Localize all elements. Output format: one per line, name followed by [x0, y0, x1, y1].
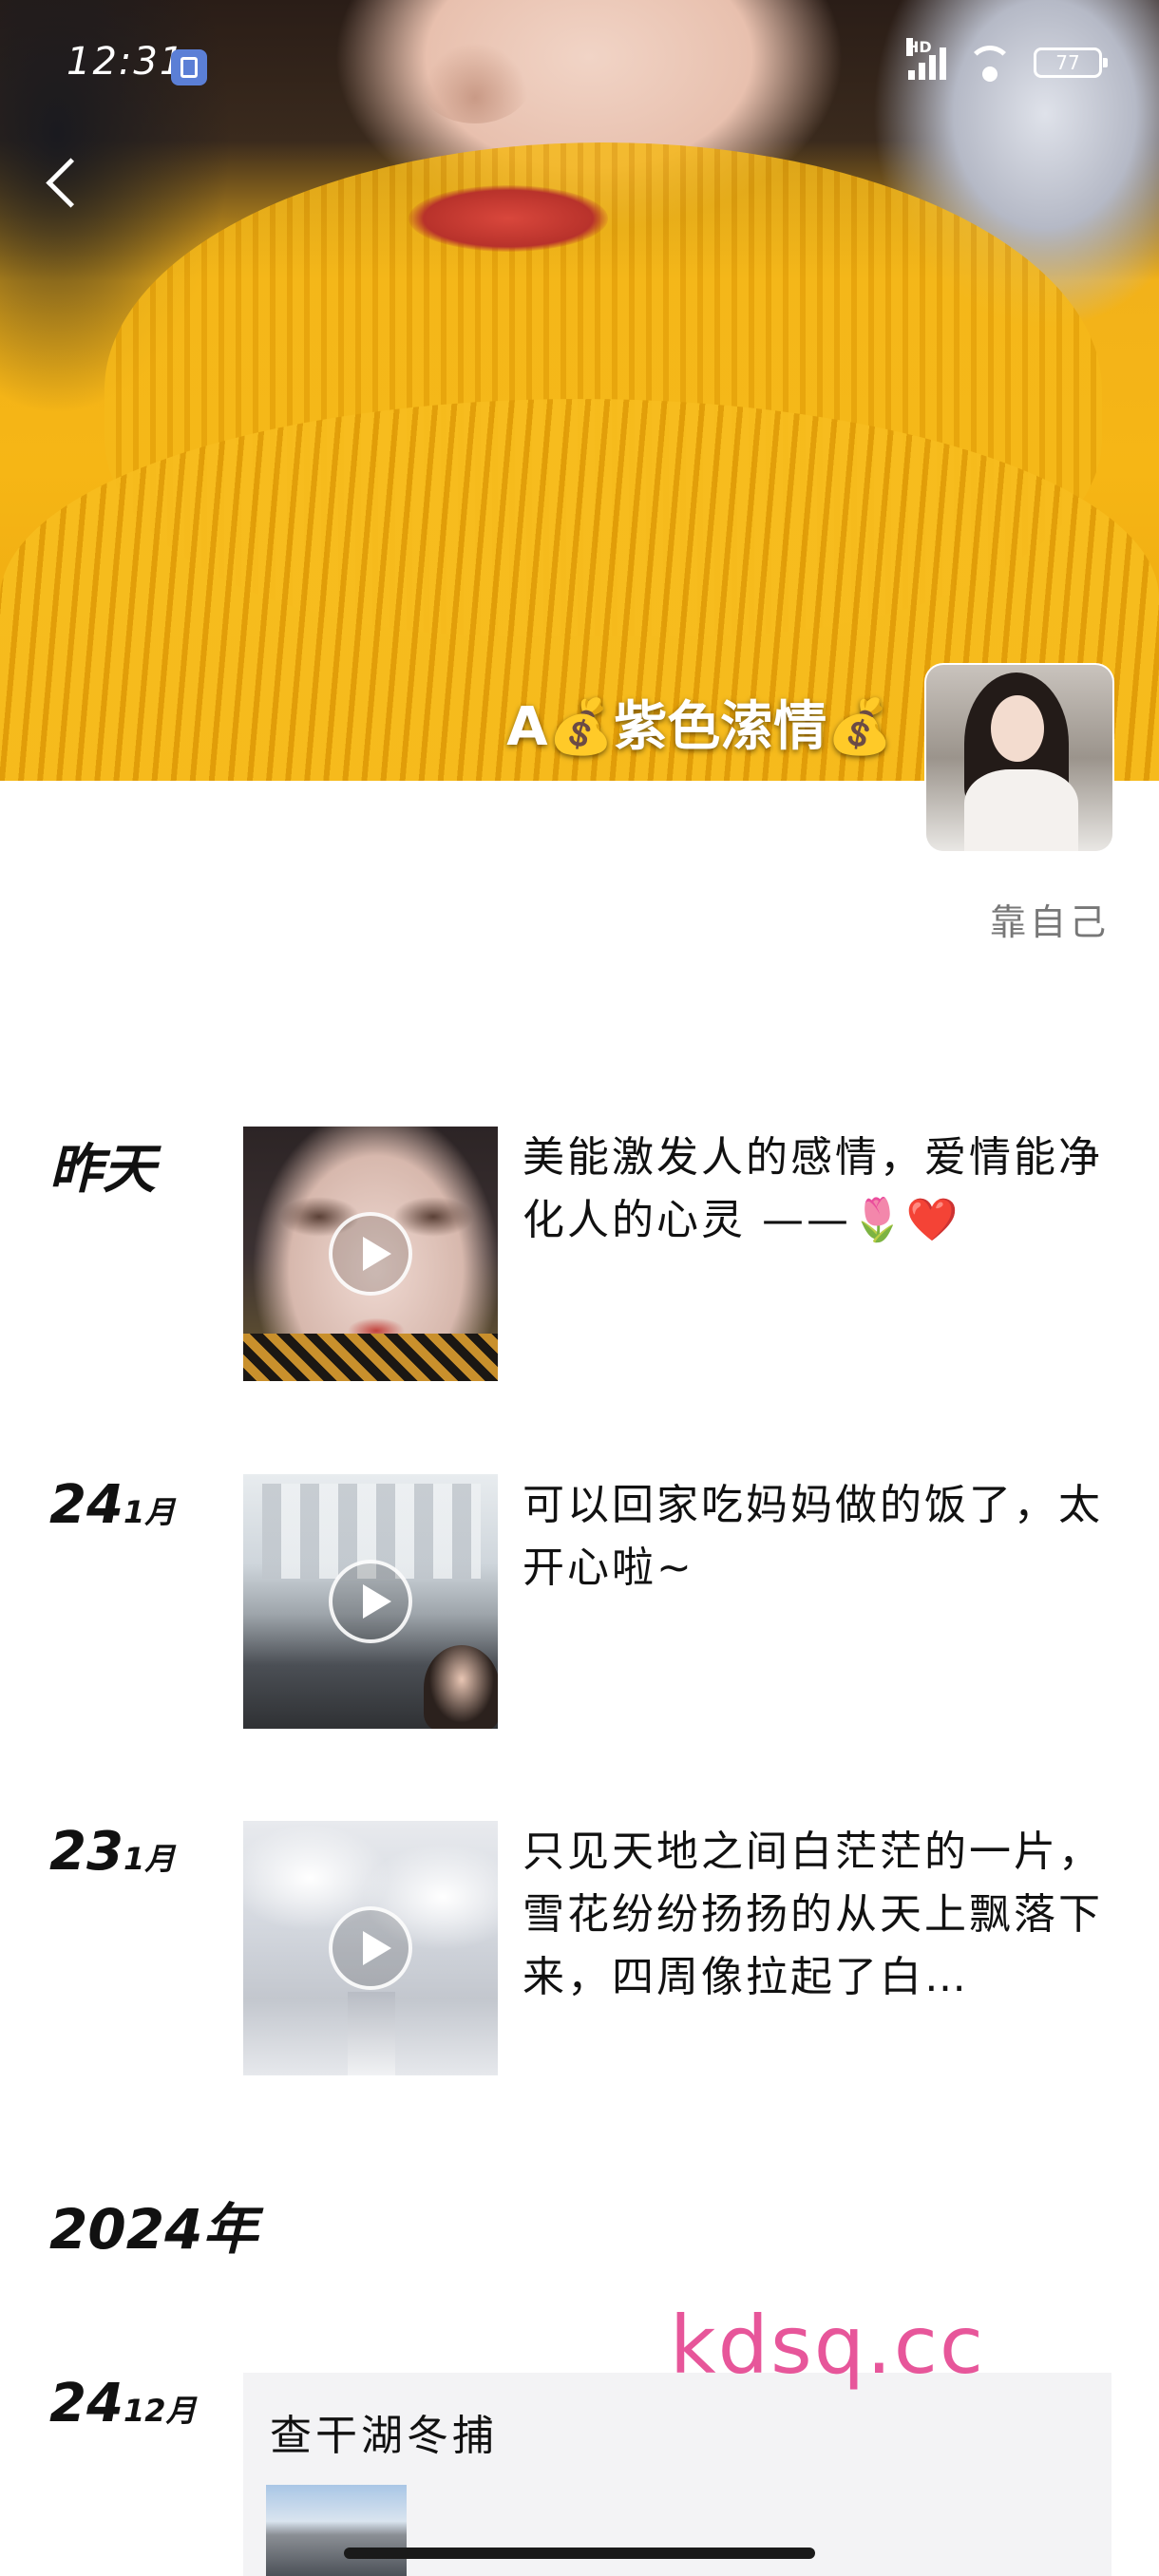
post-date-month: 12月 [123, 2393, 197, 2429]
play-icon [329, 1212, 412, 1296]
status-time: 12:31 [66, 40, 186, 84]
article-post-card[interactable]: 查干湖冬捕 [243, 2373, 1112, 2576]
cover-image[interactable] [0, 0, 1159, 781]
post-video-thumbnail[interactable] [243, 1821, 498, 2075]
year-heading: 2024年 [49, 2197, 258, 2262]
status-bar: 12:31 HD 77 [0, 0, 1159, 104]
moment-post: 昨天 美能激发人的感情，爱情能净化人的心灵 ——🌷❤️ [0, 1127, 1159, 1383]
avatar-body [964, 769, 1078, 851]
profile-signature: 靠自己 [989, 901, 1110, 943]
moment-post: 231月 只见天地之间白茫茫的一片，雪花纷纷扬扬的从天上飘落下来，四周像拉起了白… [0, 1821, 1159, 2077]
post-date-month: 1月 [123, 1494, 176, 1530]
play-icon [329, 1906, 412, 1990]
post-video-thumbnail[interactable] [243, 1127, 498, 1381]
article-title: 查干湖冬捕 [270, 2412, 498, 2460]
post-date: 2412月 [49, 2373, 196, 2434]
moment-post: 241月 可以回家吃妈妈做的饭了，太开心啦~ [0, 1474, 1159, 1731]
notification-app-icon [171, 49, 207, 85]
post-video-thumbnail[interactable] [243, 1474, 498, 1729]
post-text[interactable]: 只见天地之间白茫茫的一片，雪花纷纷扬扬的从天上飘落下来，四周像拉起了白… [522, 1821, 1130, 2009]
article-thumbnail [266, 2485, 407, 2576]
cover-face-lips [408, 185, 608, 252]
battery-icon: 77 [1034, 47, 1108, 78]
post-date-day: 24 [49, 1474, 124, 1536]
play-icon [329, 1560, 412, 1643]
network-type-label: HD [906, 38, 932, 56]
watermark: kdsq.cc [670, 2299, 986, 2392]
signal-icon: HD [906, 38, 946, 80]
battery-level: 77 [1055, 51, 1080, 74]
post-date-label: 昨天 [49, 1139, 156, 1201]
status-icons: HD 77 [906, 38, 1108, 82]
home-indicator[interactable] [344, 2548, 815, 2559]
post-date: 231月 [49, 1821, 175, 1883]
post-date: 241月 [49, 1474, 175, 1536]
post-date-day: 24 [49, 2373, 124, 2434]
back-button[interactable] [36, 152, 93, 218]
post-text[interactable]: 可以回家吃妈妈做的饭了，太开心啦~ [522, 1474, 1130, 1600]
wifi-icon [967, 46, 1013, 82]
post-date-month: 1月 [123, 1841, 176, 1877]
post-date-day: 23 [49, 1821, 124, 1883]
avatar[interactable] [926, 665, 1112, 851]
profile-nickname: A💰紫色溹情💰 [506, 696, 893, 758]
post-date: 昨天 [49, 1127, 156, 1203]
avatar-face [991, 695, 1044, 762]
post-text[interactable]: 美能激发人的感情，爱情能净化人的心灵 ——🌷❤️ [522, 1127, 1130, 1252]
